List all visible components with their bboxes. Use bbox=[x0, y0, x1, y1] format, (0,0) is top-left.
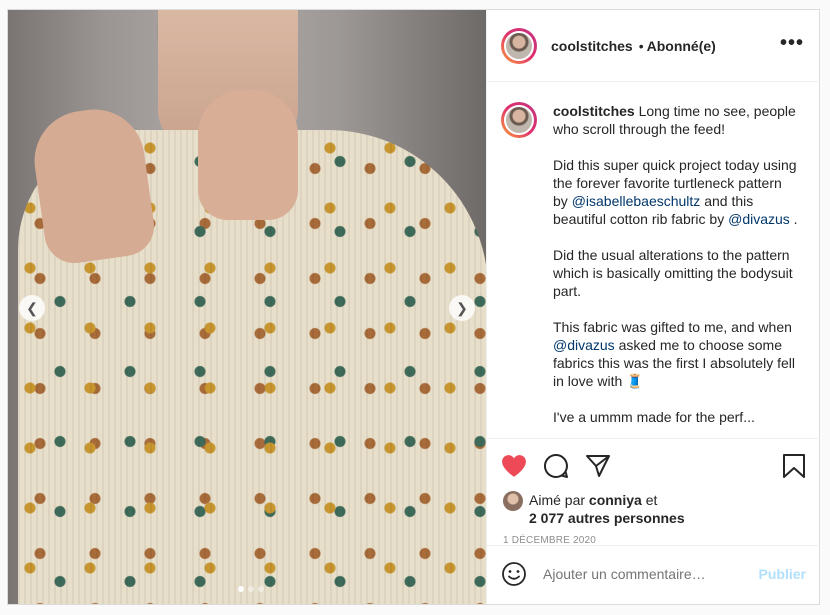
carousel-dot bbox=[238, 586, 244, 592]
likes-prefix: Aimé par bbox=[529, 492, 589, 508]
photo-hand-left bbox=[28, 103, 158, 267]
action-icons bbox=[487, 439, 820, 481]
caption-avatar[interactable] bbox=[501, 102, 537, 138]
more-options-icon[interactable]: ••• bbox=[780, 32, 804, 55]
avatar-image bbox=[504, 30, 534, 61]
author-username[interactable]: coolstitches bbox=[551, 38, 633, 54]
carousel-indicators bbox=[238, 586, 264, 592]
post-actions: Aimé par conniya et 2 077 autres personn… bbox=[487, 438, 820, 601]
header-separator: • bbox=[638, 37, 644, 54]
emoji-icon[interactable] bbox=[501, 561, 527, 587]
avatar-image bbox=[504, 105, 534, 135]
photo-hand-right bbox=[198, 90, 298, 220]
carousel-prev-button[interactable]: ❮ bbox=[19, 295, 45, 321]
likes-count[interactable]: 2 077 autres personnes bbox=[529, 510, 685, 526]
comment-icon[interactable] bbox=[543, 453, 569, 479]
mention-link[interactable]: @isabellebaeschultz bbox=[572, 193, 701, 209]
post-comment-button[interactable]: Publier bbox=[759, 566, 806, 582]
share-icon[interactable] bbox=[585, 453, 611, 479]
chevron-right-icon: ❯ bbox=[456, 299, 468, 316]
carousel-next-button[interactable]: ❯ bbox=[449, 295, 475, 321]
likes-summary: Aimé par conniya et 2 077 autres personn… bbox=[487, 481, 820, 527]
caption-p5: I've a ummm made for the perf... bbox=[553, 409, 755, 425]
post-dialog: ❮ ❯ coolstitches • Abonné(e) ••• coolsti… bbox=[7, 9, 820, 605]
mention-link[interactable]: @divazus bbox=[728, 211, 790, 227]
comments-area[interactable]: coolstitches Long time no see, people wh… bbox=[487, 82, 820, 437]
carousel-dot bbox=[258, 586, 264, 592]
caption-p2-c: . bbox=[789, 211, 798, 227]
add-comment-bar: Publier bbox=[487, 545, 820, 601]
caption-username[interactable]: coolstitches bbox=[553, 103, 635, 119]
caption: coolstitches Long time no see, people wh… bbox=[487, 82, 820, 437]
caption-text: coolstitches Long time no see, people wh… bbox=[553, 102, 798, 437]
likes-middle: et bbox=[641, 492, 658, 508]
author-avatar[interactable] bbox=[501, 27, 537, 64]
post-date[interactable]: 1 DÉCEMBRE 2020 bbox=[487, 527, 820, 546]
post-photo[interactable]: ❮ ❯ bbox=[8, 10, 486, 604]
chevron-left-icon: ❮ bbox=[26, 299, 38, 316]
post-header: coolstitches • Abonné(e) ••• bbox=[487, 10, 820, 82]
comment-input[interactable] bbox=[543, 565, 759, 582]
liker-username[interactable]: conniya bbox=[589, 492, 642, 508]
mention-link[interactable]: @divazus bbox=[553, 337, 615, 353]
liker-avatar[interactable] bbox=[503, 491, 523, 511]
bookmark-icon[interactable] bbox=[782, 453, 806, 479]
post-sidebar: coolstitches • Abonné(e) ••• coolstitche… bbox=[486, 10, 820, 604]
heart-icon[interactable] bbox=[501, 454, 527, 478]
caption-p4-a: This fabric was gifted to me, and when bbox=[553, 319, 792, 335]
carousel-dot bbox=[248, 586, 254, 592]
caption-p3: Did the usual alterations to the pattern… bbox=[553, 247, 793, 299]
follow-status[interactable]: Abonné(e) bbox=[647, 38, 716, 54]
